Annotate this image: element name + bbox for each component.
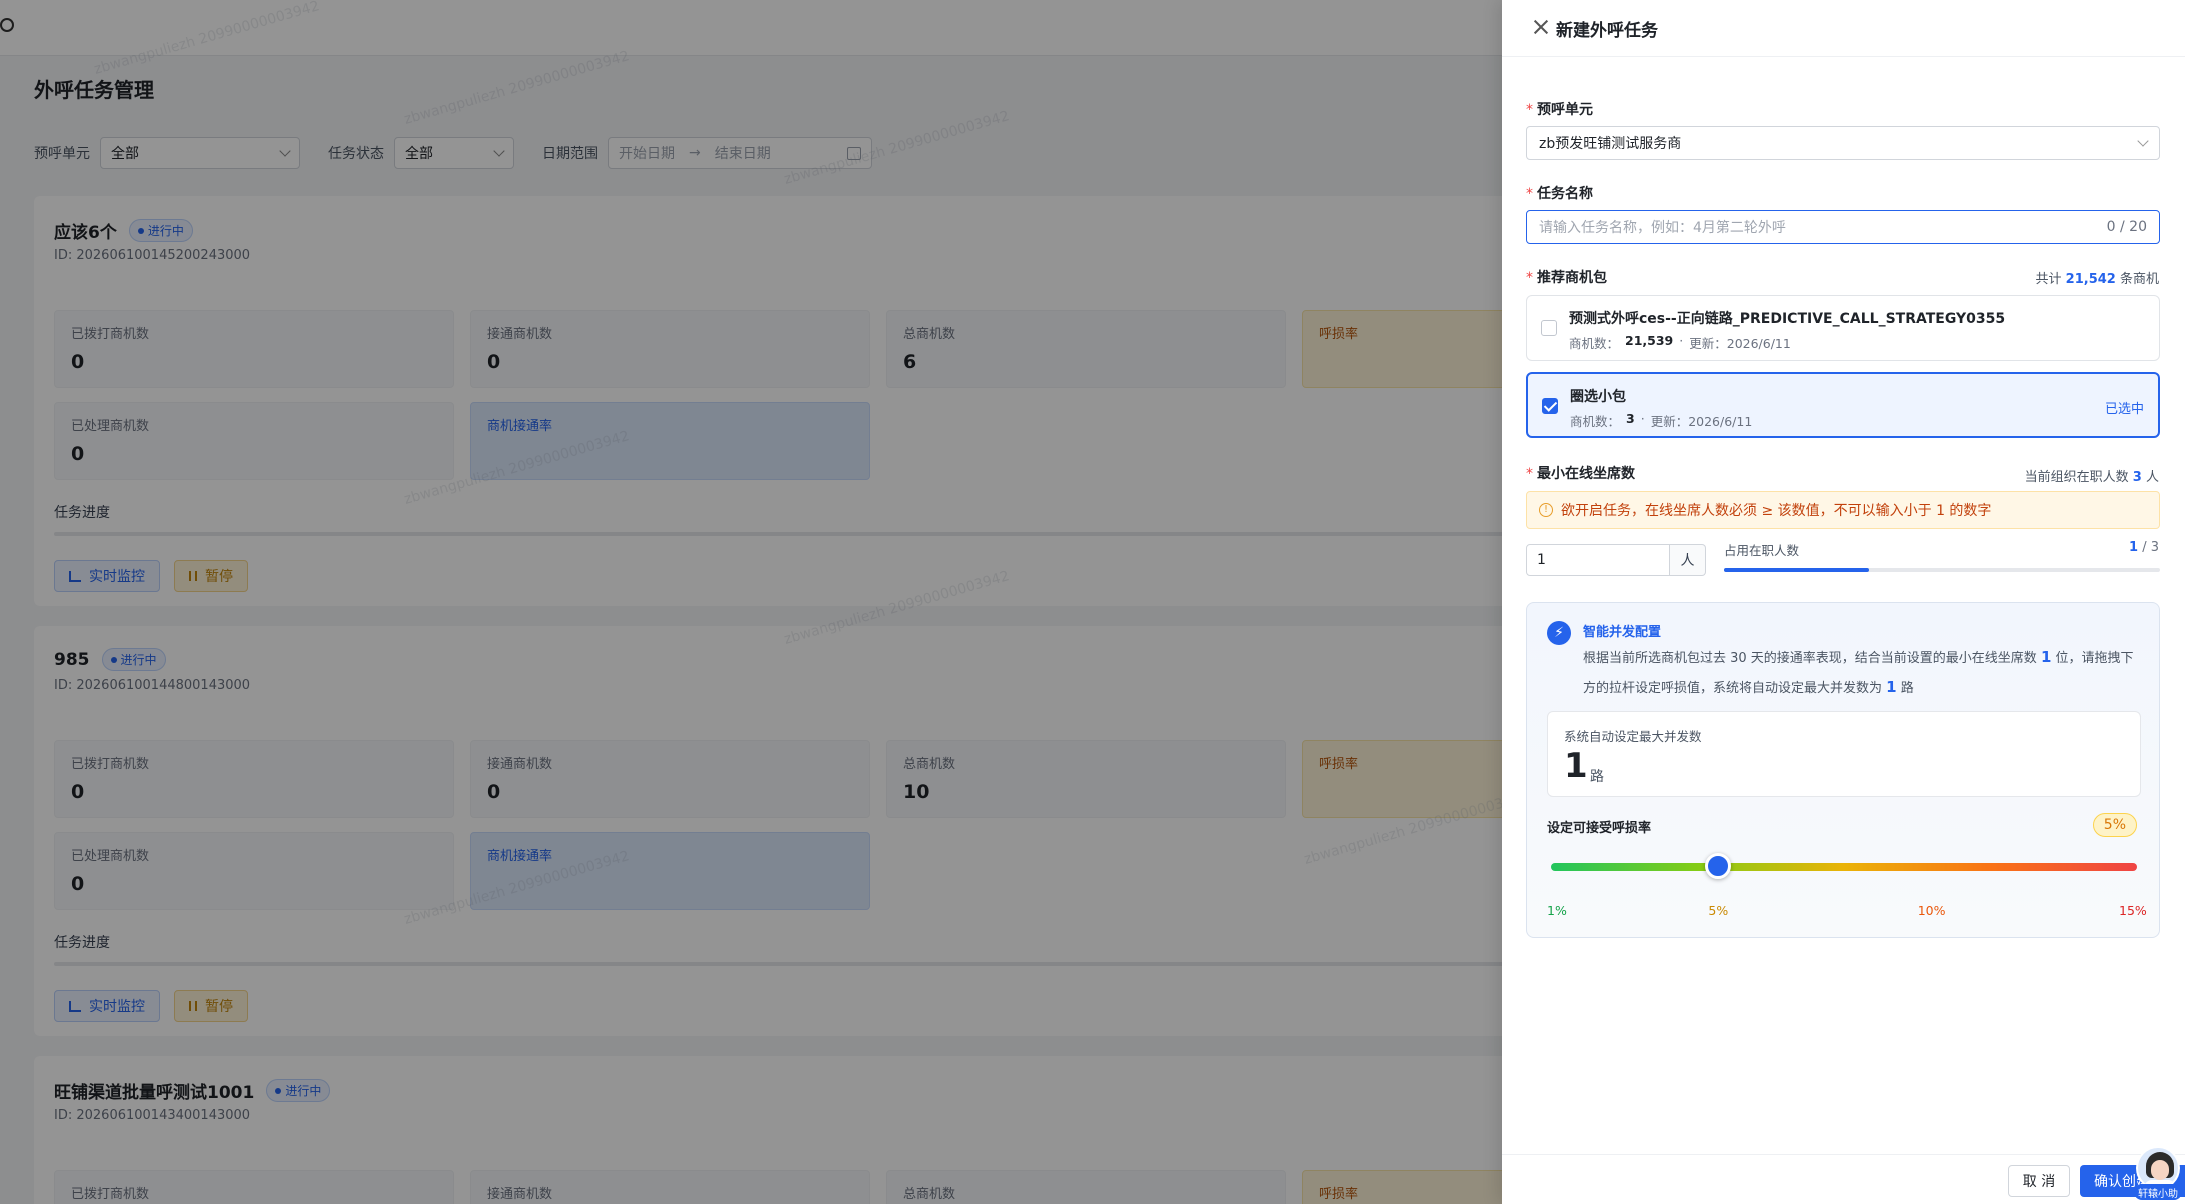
total-suffix: 条商机 [2119, 272, 2159, 287]
cancel-button[interactable]: 取 消 [2008, 1165, 2070, 1197]
required-mark: * [1526, 186, 1533, 202]
unit-label-text: 预呼单元 [1537, 102, 1593, 118]
rate-badge: 5% [2092, 813, 2137, 837]
selected-tag: 已选中 [2104, 402, 2144, 417]
min-seats-input[interactable]: 1 [1526, 544, 1670, 576]
drawer-footer: 取 消 确认创建 [1502, 1154, 2185, 1204]
warning-alert: ! 欲开启任务，在线坐席人数必须 ≥ 该数值，不可以输入小于 1 的数字 [1526, 491, 2160, 529]
tick-label: 1% [1547, 903, 1567, 918]
tick-label: 5% [1708, 903, 1729, 918]
package-count-label: 商机数： [1570, 414, 1621, 429]
min-seats-unit: 人 [1670, 544, 1706, 576]
staff-suffix: 人 [2145, 470, 2159, 485]
min-seats-field-label: * 最小在线坐席数 [1526, 463, 1635, 483]
auto-unit: 路 [1590, 769, 1604, 785]
tick-label: 10% [1917, 903, 1946, 918]
required-mark: * [1526, 466, 1533, 482]
package-meta: 商机数： 3 · 更新：2026/6/11 [1570, 411, 1752, 430]
total-count: 21,542 [2065, 272, 2116, 287]
modal-overlay[interactable] [0, 0, 1502, 1204]
desc-part-1: 根据当前所选商机包过去 30 天的接通率表现，结合当前设置的最小在线坐席数 [1583, 651, 2037, 666]
task-name-input[interactable]: 请输入任务名称，例如：4月第二轮外呼 0 / 20 [1526, 210, 2160, 244]
meta-separator: · [1679, 333, 1684, 348]
packages-label-text: 推荐商机包 [1537, 270, 1607, 286]
new-task-drawer: 新建外呼任务 * 预呼单元 zb预发旺铺测试服务商 * 任务名称 请输入任务名称，例… [1502, 0, 2185, 1204]
package-updated: 更新：2026/6/11 [1689, 336, 1791, 351]
task-name-field-label: * 任务名称 [1526, 183, 1593, 203]
package-name: 预测式外呼ces--正向链路_PREDICTIVE_CALL_STRATEGY0… [1569, 311, 2006, 327]
char-counter: 0 / 20 [2106, 219, 2147, 235]
smart-concurrency-panel: ⚡ 智能并发配置 根据当前所选商机包过去 30 天的接通率表现，结合当前设置的最… [1526, 602, 2160, 938]
occupancy-current: 1 [2129, 540, 2139, 555]
min-seats-value: 1 [1537, 552, 1546, 568]
unit-field-label: * 预呼单元 [1526, 99, 1593, 119]
smart-title: 智能并发配置 [1583, 625, 1662, 640]
auto-value: 1 [1564, 746, 1588, 786]
drawer-title: 新建外呼任务 [1556, 21, 1658, 41]
rate-slider-handle[interactable] [1705, 853, 1732, 879]
meta-separator: · [1640, 411, 1645, 426]
tick-label: 15% [2119, 903, 2147, 918]
package-option-selected[interactable]: 圈选小包 商机数： 3 · 更新：2026/6/11 已选中 [1526, 372, 2160, 438]
assistant-avatar[interactable]: 轩辕小助 [2134, 1146, 2182, 1202]
occupancy-bar [1724, 568, 2160, 572]
desc-concurrency: 1 [1886, 678, 1897, 696]
min-seats-label-text: 最小在线坐席数 [1537, 466, 1635, 482]
task-name-placeholder: 请输入任务名称，例如：4月第二轮外呼 [1539, 220, 1786, 236]
staff-prefix: 当前组织在职人数 [2024, 470, 2129, 485]
unit-select[interactable]: zb预发旺铺测试服务商 [1526, 126, 2160, 160]
unit-select-value: zb预发旺铺测试服务商 [1539, 136, 1682, 152]
total-prefix: 共计 [2035, 272, 2062, 287]
assistant-label: 轩辕小助 [2134, 1184, 2182, 1200]
close-icon[interactable] [1532, 18, 1550, 36]
checkbox-icon[interactable] [1541, 320, 1557, 336]
divider [1502, 56, 2185, 57]
package-count: 3 [1626, 411, 1635, 426]
lightning-icon: ⚡ [1547, 621, 1571, 645]
checkbox-checked-icon[interactable] [1542, 398, 1558, 414]
package-count-label: 商机数： [1569, 336, 1620, 351]
occupancy-label: 占用在职人数 [1724, 543, 1800, 558]
package-option[interactable]: 预测式外呼ces--正向链路_PREDICTIVE_CALL_STRATEGY0… [1526, 295, 2160, 361]
rate-label: 设定可接受呼损率 [1547, 821, 1652, 836]
packages-field-label: * 推荐商机包 [1526, 267, 1607, 287]
occupancy-total: / 3 [2142, 540, 2159, 555]
package-meta: 商机数： 21,539 · 更新：2026/6/11 [1569, 333, 1791, 352]
required-mark: * [1526, 270, 1533, 286]
warning-icon: ! [1539, 503, 1553, 517]
desc-part-3: 路 [1900, 681, 1914, 696]
auto-label: 系统自动设定最大并发数 [1564, 729, 1702, 744]
staff-count: 当前组织在职人数 3 人 [2025, 466, 2159, 485]
occupancy-value: 1 / 3 [2129, 540, 2159, 555]
package-updated: 更新：2026/6/11 [1650, 414, 1753, 429]
packages-total: 共计 21,542 条商机 [2036, 268, 2159, 287]
package-count: 21,539 [1625, 333, 1674, 348]
desc-seats: 1 [2040, 648, 2052, 666]
task-name-label-text: 任务名称 [1537, 186, 1593, 202]
rate-slider-track[interactable] [1551, 863, 2137, 871]
chevron-down-icon [2137, 135, 2149, 147]
package-name: 圈选小包 [1570, 389, 1626, 405]
avatar-face [2151, 1160, 2169, 1180]
warning-text: 欲开启任务，在线坐席人数必须 ≥ 该数值，不可以输入小于 1 的数字 [1561, 503, 1992, 519]
smart-description: 根据当前所选商机包过去 30 天的接通率表现，结合当前设置的最小在线坐席数 1 … [1583, 643, 2143, 703]
occupancy-bar-fill [1724, 568, 1870, 572]
staff-number: 3 [2132, 470, 2142, 485]
required-mark: * [1526, 102, 1533, 118]
auto-concurrency-box: 系统自动设定最大并发数 1 路 [1547, 711, 2141, 797]
